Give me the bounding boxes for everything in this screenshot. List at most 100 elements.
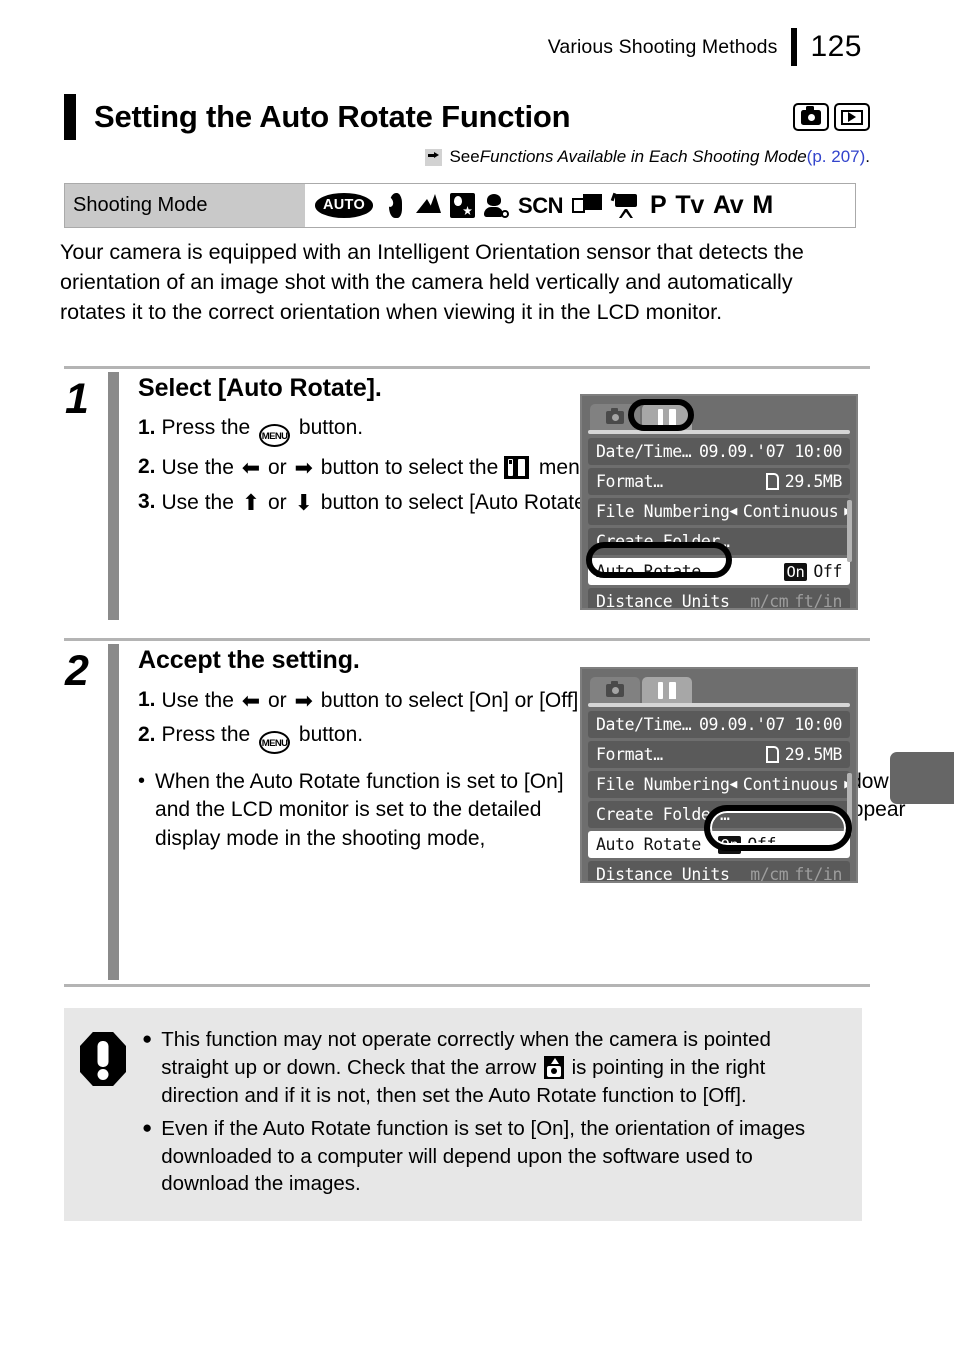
page-number: 125 [810, 30, 862, 63]
kids-and-pets-mode-icon [484, 193, 510, 218]
lcd-row-create-folder-1[interactable]: Create Folder… [588, 528, 850, 555]
lcd-auto-rotate-on-1[interactable]: On [783, 562, 808, 581]
lcd-row-distance-units-2[interactable]: Distance Units m/cm ft/in [588, 861, 850, 883]
caution-item-1: ● This function may not operate correctl… [142, 1026, 842, 1110]
lcd-value-file-numbering-2: ◀ Continuous ▶ [729, 775, 852, 794]
lcd-value-auto-rotate-1: On Off [783, 562, 842, 581]
av-mode-icon: Av [712, 191, 744, 219]
lcd-units-metric-1[interactable]: m/cm [750, 592, 789, 608]
step-2-divider [64, 638, 870, 641]
lcd-units-imperial-1[interactable]: ft/in [794, 592, 842, 608]
shooting-mode-bar: Shooting Mode AUTO SCN P Tv Av M [64, 183, 856, 228]
lcd-row-format-1[interactable]: Format… 29.5MB [588, 468, 850, 495]
camera-icon [793, 103, 829, 131]
lcd-divider-2 [588, 703, 850, 707]
lcd-label-distance-units-2: Distance Units [596, 865, 730, 883]
lcd-divider-1 [588, 430, 850, 434]
camera-tab-1[interactable] [590, 404, 640, 430]
lcd-row-create-folder-2[interactable]: Create Folder… [588, 801, 850, 828]
camera-tab-2[interactable] [590, 677, 640, 703]
lcd-scrollbar-1[interactable] [847, 500, 852, 562]
button-to-select-text: button to select [314, 491, 470, 515]
movie-mode-icon [610, 192, 641, 218]
step-1-item-3-text: Use the ⬆ or ⬇ button to select [Auto Ro… [162, 488, 638, 517]
see-period: . [865, 147, 870, 166]
lcd-row-date-time-1[interactable]: Date/Time… 09.09.'07 10:00 [588, 438, 850, 465]
chevron-left-icon-2[interactable]: ◀ [729, 777, 737, 792]
step-1-item-3: 3. Use the ⬆ or ⬇ button to select [Auto… [138, 488, 638, 517]
memory-card-icon-1 [765, 473, 779, 490]
lcd-label-date-time-2: Date/Time… [596, 715, 692, 734]
header-divider [791, 28, 798, 66]
bullet-dot-icon: • [138, 770, 146, 793]
menu-button-icon: MENU [259, 424, 291, 447]
lcd-units-metric-2[interactable]: m/cm [750, 865, 789, 881]
step-2-item-2: 2. Press the MENU button. [138, 721, 608, 755]
lcd-value-file-numbering-1: ◀ Continuous ▶ [729, 502, 852, 521]
shooting-mode-icon-list: AUTO SCN P Tv Av M [305, 184, 855, 227]
page-reference-link[interactable]: (p. 207) [807, 147, 866, 167]
lcd-tab-bar-1 [582, 396, 856, 430]
lcd-value-auto-rotate-2: On Off [717, 835, 776, 854]
or-text-1: or [262, 456, 293, 479]
lcd-screen-step-2: Date/Time… 09.09.'07 10:00 Format… 29.5M… [580, 667, 858, 883]
lcd-row-file-numbering-1[interactable]: File Numbering ◀ Continuous ▶ [588, 498, 852, 525]
tools-tab-2[interactable] [642, 677, 692, 703]
manual-mode-icon: M [752, 191, 773, 219]
use-the-text-1: Use the [161, 456, 240, 479]
lcd-label-create-folder-2: Create Folder… [596, 805, 730, 824]
step-1-item-1: 1. Press the MENU button. [138, 414, 638, 447]
lcd-row-file-numbering-2[interactable]: File Numbering ◀ Continuous ▶ [588, 771, 852, 798]
section-end-divider [64, 984, 870, 987]
intro-paragraph: Your camera is equipped with an Intellig… [60, 240, 804, 324]
step-2-item-1-number: 1. [138, 688, 156, 711]
lcd-value-date-time-2: 09.09.'07 10:00 [698, 715, 842, 734]
use-the-text-3: Use the [161, 689, 240, 712]
step-1-number: 1 [65, 375, 89, 423]
lcd-row-auto-rotate-1[interactable]: Auto Rotate On Off [588, 558, 850, 585]
lcd-auto-rotate-off-2[interactable]: Off [747, 835, 776, 854]
lcd-label-create-folder-1: Create Folder… [596, 532, 730, 551]
down-arrow-icon: ⬇ [294, 490, 313, 516]
step-2-item-2-number: 2. [138, 723, 156, 747]
lcd-scrollbar-2[interactable] [847, 773, 852, 835]
title-mode-icons [793, 103, 870, 131]
lcd-row-distance-units-1[interactable]: Distance Units m/cm ft/in [588, 588, 850, 608]
lcd-row-auto-rotate-2[interactable]: Auto Rotate On Off [588, 831, 850, 858]
lcd-label-format-1: Format… [596, 472, 663, 491]
lcd-value-format-1: 29.5MB [765, 472, 843, 491]
lcd-value-format-2: 29.5MB [765, 745, 842, 764]
lcd-auto-rotate-off-1[interactable]: Off [813, 562, 842, 581]
memory-card-icon-2 [765, 746, 779, 763]
right-arrow-icon: ➡ [294, 455, 313, 480]
tools-tab-1[interactable] [642, 404, 692, 430]
tools-menu-icon [504, 456, 530, 479]
see-prefix: See [449, 147, 480, 166]
left-arrow-icon: ⬅ [241, 455, 261, 480]
button-period-text-2: button. [293, 723, 364, 747]
lcd-label-auto-rotate-2: Auto Rotate [596, 835, 701, 854]
step-2-bar [108, 644, 119, 980]
page-header: Various Shooting Methods 125 [0, 26, 954, 68]
lcd-label-date-time-1: Date/Time… [596, 442, 692, 461]
lcd-units-imperial-2[interactable]: ft/in [794, 865, 842, 881]
lcd-card-size-1: 29.5MB [784, 472, 843, 491]
left-arrow-icon-2: ⬅ [241, 688, 261, 713]
tv-mode-icon: Tv [675, 191, 704, 219]
portrait-mode-icon [382, 193, 407, 218]
caution-dot-1: ● [142, 1029, 153, 1048]
step-2-item-1-text: Use the ⬅ or ➡ button to select [On] or … [162, 686, 608, 715]
use-the-text-2: Use the [161, 491, 240, 515]
step-1-divider [64, 366, 870, 369]
playback-icon [834, 103, 870, 131]
lcd-auto-rotate-on-2[interactable]: On [717, 835, 742, 854]
lcd-row-format-2[interactable]: Format… 29.5MB [588, 741, 850, 768]
or-text-3: or [262, 689, 293, 712]
auto-rotate-bracket-text: [Auto Rotate]. [469, 491, 598, 515]
lcd-row-date-time-2[interactable]: Date/Time… 09.09.'07 10:00 [588, 711, 850, 738]
chevron-left-icon-1[interactable]: ◀ [729, 504, 737, 519]
caution-item-2: ● Even if the Auto Rotate function is se… [142, 1115, 842, 1199]
see-also-line: See Functions Available in Each Shooting… [64, 147, 870, 167]
page-title: Setting the Auto Rotate Function [94, 99, 571, 134]
stitch-assist-mode-icon [571, 194, 602, 217]
